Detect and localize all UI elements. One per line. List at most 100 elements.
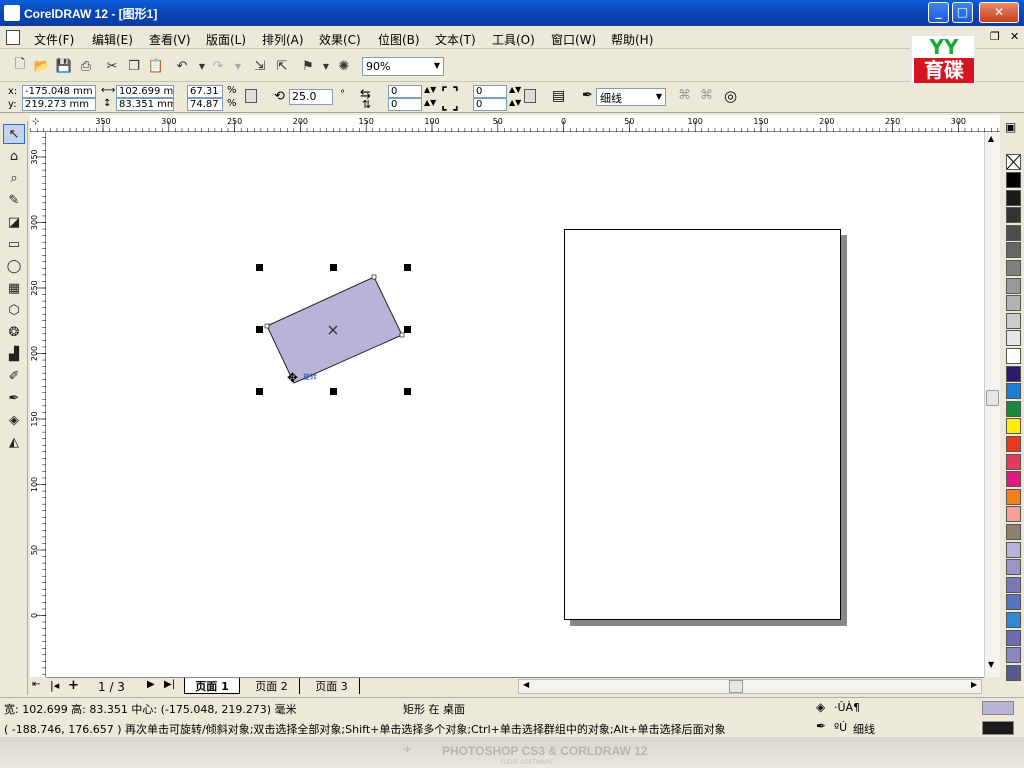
basic-shapes-tool-icon[interactable]: ⬡ — [3, 300, 25, 320]
smart-fill-tool-icon[interactable]: ◪ — [3, 212, 25, 232]
page-tab-2[interactable]: 页面 2 — [244, 678, 300, 694]
copy-icon[interactable]: ❐ — [124, 56, 144, 76]
horizontal-scrollbar[interactable]: ◀ ▶ — [518, 679, 982, 694]
cut-icon[interactable]: ✂ — [102, 56, 122, 76]
status-outline-swatch[interactable] — [982, 721, 1014, 735]
corner-lock-icon[interactable] — [524, 89, 536, 103]
spin-icon[interactable]: ▲▼ — [509, 98, 521, 107]
polygon-tool-icon[interactable]: ▦ — [3, 278, 25, 298]
outline-tool-icon[interactable]: ✒ — [3, 388, 25, 408]
color-swatch[interactable] — [1006, 172, 1021, 188]
next-page-icon[interactable]: ▶ — [147, 679, 155, 690]
y-position-field[interactable]: 219.273 mm — [22, 98, 96, 111]
text-tool-icon[interactable]: ❂ — [3, 322, 25, 342]
menu-tools[interactable]: 工具(O) — [492, 31, 535, 48]
interactive-blend-tool-icon[interactable]: ▟ — [3, 344, 25, 364]
close-button[interactable]: ✕ — [979, 2, 1019, 23]
pick-tool-icon[interactable]: ↖ — [3, 124, 25, 144]
color-swatch[interactable] — [1006, 629, 1021, 646]
color-swatch[interactable] — [1006, 260, 1021, 276]
add-page-icon[interactable]: + — [68, 678, 79, 693]
export-icon[interactable]: ⇱ — [272, 56, 292, 76]
color-swatch[interactable] — [1006, 330, 1021, 347]
break-apart-icon[interactable]: ⌘ — [700, 88, 713, 103]
color-swatch[interactable] — [1006, 207, 1021, 224]
redo-icon[interactable]: ↷ — [208, 56, 228, 76]
corner-roundness-top-right[interactable]: 0 — [473, 85, 507, 98]
menu-help[interactable]: 帮助(H) — [611, 31, 653, 48]
undo-icon[interactable]: ↶ — [172, 56, 192, 76]
rotation-angle-field[interactable]: 25.0 — [289, 89, 333, 105]
scroll-right-icon[interactable]: ▶ — [971, 680, 977, 689]
document-icon[interactable] — [6, 30, 20, 45]
color-swatch[interactable] — [1006, 348, 1021, 364]
color-swatch[interactable] — [1006, 559, 1021, 576]
fill-tool-icon[interactable]: ◈ — [3, 410, 25, 430]
menu-file[interactable]: 文件(F) — [34, 31, 74, 48]
color-swatch[interactable] — [1006, 488, 1021, 505]
color-swatch[interactable] — [1006, 612, 1021, 628]
menu-effects[interactable]: 效果(C) — [319, 31, 361, 48]
scale-width-field[interactable]: 67.31 — [187, 85, 223, 98]
color-swatch[interactable] — [1006, 189, 1021, 206]
launcher-dropdown-icon[interactable]: ▼ — [316, 56, 336, 76]
color-swatch[interactable] — [1006, 506, 1021, 523]
interactive-fill-tool-icon[interactable]: ◭ — [3, 432, 25, 452]
menu-view[interactable]: 查看(V) — [149, 31, 191, 48]
color-swatch[interactable] — [1006, 471, 1021, 488]
color-swatch[interactable] — [1006, 436, 1021, 452]
drawing-canvas[interactable]: ✥ 旋转 — [46, 132, 984, 677]
scale-height-field[interactable]: 74.87 — [187, 98, 223, 111]
menu-arrange[interactable]: 排列(A) — [262, 31, 304, 48]
color-swatch[interactable] — [1006, 242, 1021, 259]
doc-restore-icon[interactable]: ❐ — [990, 30, 1000, 43]
menu-edit[interactable]: 编辑(E) — [92, 31, 133, 48]
maximize-button[interactable]: □ — [952, 2, 973, 23]
last-page-icon[interactable]: ▶| — [164, 679, 175, 690]
open-icon[interactable]: 📂 — [32, 56, 52, 76]
rotated-rectangle-shape[interactable] — [246, 262, 426, 402]
wrap-text-icon[interactable]: ▤ — [552, 88, 565, 104]
palette-menu-icon[interactable]: ▣ — [1005, 120, 1016, 134]
scroll-up-icon[interactable]: ▲ — [988, 134, 994, 143]
x-position-field[interactable]: -175.048 mm — [22, 85, 96, 98]
color-swatch[interactable] — [1006, 453, 1021, 470]
corner-roundness-bottom-left[interactable]: 0 — [388, 98, 422, 111]
first-page-icon[interactable]: ⇤ — [32, 679, 40, 690]
height-field[interactable]: 83.351 mm — [116, 98, 174, 111]
save-icon[interactable]: 💾 — [54, 56, 74, 76]
color-swatch[interactable] — [1006, 647, 1021, 664]
corel-online-icon[interactable]: ✺ — [334, 56, 354, 76]
color-swatch[interactable] — [1006, 365, 1021, 382]
redo-dropdown-icon[interactable]: ▼ — [228, 56, 248, 76]
color-swatch[interactable] — [1006, 277, 1021, 294]
color-swatch[interactable] — [1006, 312, 1021, 329]
convert-to-curves-icon[interactable]: ⌘ — [678, 88, 691, 103]
color-swatch[interactable] — [1006, 400, 1021, 417]
menu-bitmaps[interactable]: 位图(B) — [378, 31, 420, 48]
shape-tool-icon[interactable]: ⌂ — [3, 146, 25, 166]
color-swatch[interactable] — [1006, 576, 1021, 593]
scroll-down-icon[interactable]: ▼ — [988, 660, 994, 669]
spin-icon[interactable]: ▲▼ — [424, 85, 436, 94]
color-swatch[interactable] — [1006, 594, 1021, 611]
page-tab-3[interactable]: 页面 3 — [304, 678, 360, 694]
menu-window[interactable]: 窗口(W) — [551, 31, 596, 48]
color-swatch[interactable] — [1006, 524, 1021, 540]
application-launcher-icon[interactable]: ⚑ — [298, 56, 318, 76]
corner-roundness-top-left[interactable]: 0 — [388, 85, 422, 98]
outline-width-select[interactable]: 细线 ▼ — [596, 88, 666, 106]
ellipse-tool-icon[interactable]: ◯ — [3, 256, 25, 276]
corner-roundness-bottom-right[interactable]: 0 — [473, 98, 507, 111]
vertical-scrollbar[interactable]: ▲ ▼ — [984, 132, 1000, 677]
mirror-vertical-icon[interactable]: ⇅ — [362, 98, 371, 111]
color-swatch[interactable] — [1006, 224, 1021, 241]
zoom-select[interactable]: 90% ▼ — [362, 57, 444, 76]
print-icon[interactable]: ⎙ — [76, 56, 96, 76]
freehand-tool-icon[interactable]: ✎ — [3, 190, 25, 210]
doc-close-icon[interactable]: ✕ — [1010, 30, 1019, 43]
status-fill-swatch[interactable] — [982, 701, 1014, 715]
color-swatch[interactable] — [1006, 541, 1021, 558]
scroll-left-icon[interactable]: ◀ — [523, 680, 529, 689]
page-tab-1[interactable]: 页面 1 — [184, 678, 240, 694]
